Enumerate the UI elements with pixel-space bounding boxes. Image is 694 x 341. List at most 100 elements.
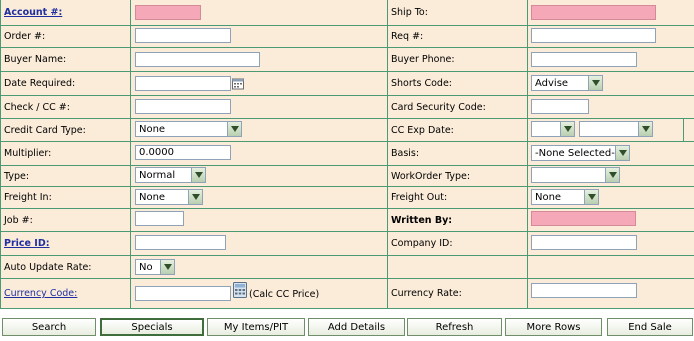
grid-line [0, 208, 694, 209]
multiplier-input[interactable]: 0.0000 [135, 145, 231, 160]
buyer-name-label: Buyer Name: [4, 54, 67, 65]
chevron-down-icon [588, 76, 602, 90]
form-row-multiplier: Multiplier: 0.0000 Basis: -None Selected… [0, 142, 694, 165]
buyer-phone-input[interactable] [531, 52, 637, 67]
ship-to-label: Ship To: [391, 7, 428, 18]
form-row-date: Date Required: Shorts Code: Advise [0, 72, 694, 95]
calc-cc-price-label: (Calc CC Price) [249, 288, 320, 300]
cc-type-label: Credit Card Type: [4, 124, 86, 136]
buyer-name-input[interactable] [135, 52, 260, 67]
chevron-down-icon [188, 190, 202, 204]
type-select[interactable]: Normal [135, 167, 206, 183]
freight-out-value: None [535, 191, 562, 203]
grid-line [0, 308, 694, 309]
account-input[interactable] [135, 5, 201, 20]
chevron-down-icon [584, 190, 598, 204]
cc-exp-month-select[interactable] [531, 121, 575, 137]
ship-to-input[interactable] [531, 5, 656, 20]
search-button[interactable]: Search [2, 318, 96, 336]
form-row-currency: Currency Code: (Calc CC Price) Currency … [0, 279, 694, 308]
refresh-button[interactable]: Refresh [407, 318, 502, 336]
date-required-input[interactable] [135, 76, 231, 91]
shorts-code-value: Advise [535, 77, 569, 89]
form-row-freight: Freight In: None Freight Out: None [0, 187, 694, 208]
chevron-down-icon [191, 168, 205, 182]
freight-in-select[interactable]: None [135, 189, 203, 205]
type-label: Type: [4, 170, 30, 182]
written-by-label: Written By: [391, 214, 453, 226]
order-label: Order #: [4, 31, 46, 42]
freight-in-label: Freight In: [4, 192, 52, 203]
check-cc-label: Check / CC #: [4, 101, 70, 113]
form-row-type: Type: Normal WorkOrder Type: [0, 166, 694, 186]
chevron-down-icon [227, 122, 241, 136]
form-row-account: Account #: Ship To: [0, 0, 694, 25]
written-by-input[interactable] [531, 211, 636, 226]
grid-line [0, 255, 694, 256]
grid-line [683, 119, 684, 141]
form-row-order: Order #: Req #: [0, 26, 694, 47]
cc-type-select[interactable]: None [135, 121, 242, 137]
more-rows-button[interactable]: More Rows [505, 318, 602, 336]
currency-rate-label: Currency Rate: [391, 288, 462, 299]
date-required-label: Date Required: [4, 78, 76, 89]
action-button-bar: Search Specials My Items/PIT Add Details… [0, 315, 694, 341]
auto-update-rate-label: Auto Update Rate: [4, 261, 92, 273]
add-details-button[interactable]: Add Details [308, 318, 405, 336]
req-input[interactable] [531, 28, 656, 43]
currency-code-input[interactable] [135, 286, 231, 301]
grid-line [0, 118, 694, 119]
grid-line [527, 0, 528, 308]
chevron-down-icon [615, 146, 629, 160]
job-input[interactable] [135, 211, 184, 226]
currency-rate-input[interactable] [531, 283, 637, 298]
buyer-phone-label: Buyer Phone: [391, 54, 455, 65]
basis-select[interactable]: -None Selected- [531, 145, 630, 161]
order-input[interactable] [135, 28, 231, 43]
chevron-down-icon [560, 122, 574, 136]
order-entry-form: Account #: Ship To: Order #: Req #: Buye… [0, 0, 694, 314]
job-label: Job #: [4, 214, 33, 226]
shorts-code-select[interactable]: Advise [531, 75, 603, 91]
grid-line [0, 25, 694, 26]
freight-out-select[interactable]: None [531, 189, 599, 205]
price-id-input[interactable] [135, 235, 226, 250]
grid-line [0, 278, 694, 279]
cc-exp-year-select[interactable] [579, 121, 653, 137]
form-row-job: Job #: Written By: [0, 209, 694, 231]
chevron-down-icon [160, 260, 174, 274]
specials-button[interactable]: Specials [100, 318, 204, 336]
type-value: Normal [139, 169, 176, 181]
form-row-price-id: Price ID: Company ID: [0, 232, 694, 255]
check-cc-input[interactable] [135, 99, 231, 114]
price-id-label-link[interactable]: Price ID: [4, 238, 50, 249]
workorder-type-label: WorkOrder Type: [391, 170, 471, 182]
calculator-icon[interactable] [233, 282, 247, 298]
calendar-icon[interactable] [232, 77, 244, 90]
my-items-button[interactable]: My Items/PIT [207, 318, 305, 336]
chevron-down-icon [638, 122, 652, 136]
company-id-input[interactable] [531, 235, 637, 250]
auto-update-rate-value: No [139, 261, 153, 273]
form-row-cc-type: Credit Card Type: None CC Exp Date: [0, 119, 694, 141]
grid-line [0, 47, 694, 48]
card-security-input[interactable] [531, 99, 589, 114]
grid-line [0, 0, 1, 308]
auto-update-rate-select[interactable]: No [135, 259, 175, 275]
grid-line [0, 71, 694, 72]
basis-value: -None Selected- [535, 147, 615, 159]
form-row-buyer: Buyer Name: Buyer Phone: [0, 48, 694, 71]
form-row-auto-update: Auto Update Rate: No [0, 256, 694, 278]
grid-line [0, 95, 694, 96]
grid-line [0, 231, 694, 232]
req-label: Req #: [391, 31, 424, 42]
end-sale-button[interactable]: End Sale [607, 318, 693, 336]
card-security-label: Card Security Code: [391, 101, 486, 113]
workorder-type-select[interactable] [531, 167, 620, 183]
account-label-link[interactable]: Account #: [4, 7, 62, 18]
shorts-code-label: Shorts Code: [391, 78, 452, 89]
currency-code-label-link[interactable]: Currency Code: [4, 288, 77, 299]
chevron-down-icon [605, 168, 619, 182]
grid-line [130, 0, 131, 308]
basis-label: Basis: [391, 148, 420, 159]
